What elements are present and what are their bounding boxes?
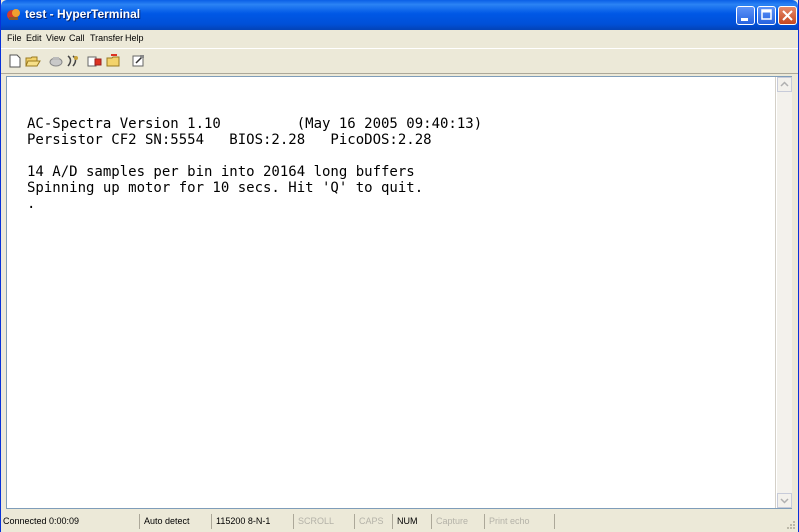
minimize-button[interactable] [736,6,755,25]
minimize-icon [741,18,748,21]
call-icon[interactable] [48,54,64,68]
status-capture: Capture [431,514,468,529]
hyperterminal-window: test - HyperTerminal File Edit View Call… [0,0,799,532]
terminal-line: AC-Spectra Version 1.10 (May 16 2005 09:… [27,116,483,132]
hyperterminal-app-icon[interactable] [6,7,21,22]
status-detect: Auto detect [139,514,190,529]
terminal-frame: AC-Spectra Version 1.10 (May 16 2005 09:… [6,76,792,509]
properties-icon[interactable] [131,54,147,68]
toolbar [1,48,798,74]
scroll-down-button[interactable] [777,493,792,508]
status-caps: CAPS [354,514,384,529]
vertical-scrollbar[interactable] [777,77,792,508]
menu-view[interactable]: View [46,33,65,43]
disconnect-icon[interactable] [65,54,81,68]
close-icon [782,10,793,21]
close-button[interactable] [778,6,797,25]
terminal-line: . [27,196,36,212]
status-port-params: 115200 8-N-1 [211,514,270,529]
status-scroll: SCROLL [293,514,334,529]
status-bar: Connected 0:00:09 Auto detect 115200 8-N… [1,511,798,532]
chevron-down-icon [780,498,789,504]
menu-call[interactable]: Call [69,33,85,43]
menu-transfer[interactable]: Transfer [90,33,123,43]
title-bar[interactable]: test - HyperTerminal [1,0,798,30]
menu-help[interactable]: Help [125,33,144,43]
status-print-echo: Print echo [484,514,530,529]
maximize-button[interactable] [757,6,776,25]
send-icon[interactable] [87,54,103,68]
scroll-up-button[interactable] [777,77,792,92]
status-num: NUM [392,514,418,529]
status-empty-pane [554,514,784,529]
terminal-line: Persistor CF2 SN:5554 BIOS:2.28 PicoDOS:… [27,132,432,148]
open-folder-icon[interactable] [25,54,41,68]
terminal-screen[interactable]: AC-Spectra Version 1.10 (May 16 2005 09:… [7,77,776,508]
receive-icon[interactable] [106,54,122,68]
window-title: test - HyperTerminal [25,7,141,21]
chevron-up-icon [780,81,789,87]
terminal-line: Spinning up motor for 10 secs. Hit 'Q' t… [27,180,424,196]
resize-grip-icon[interactable] [786,520,796,530]
terminal-line: 14 A/D samples per bin into 20164 long b… [27,164,415,180]
menu-edit[interactable]: Edit [26,33,42,43]
maximize-icon [761,9,772,20]
new-file-icon[interactable] [7,54,23,68]
status-connected: Connected 0:00:09 [3,516,80,526]
menu-file[interactable]: File [7,33,22,43]
menu-bar: File Edit View Call Transfer Help [1,30,798,48]
